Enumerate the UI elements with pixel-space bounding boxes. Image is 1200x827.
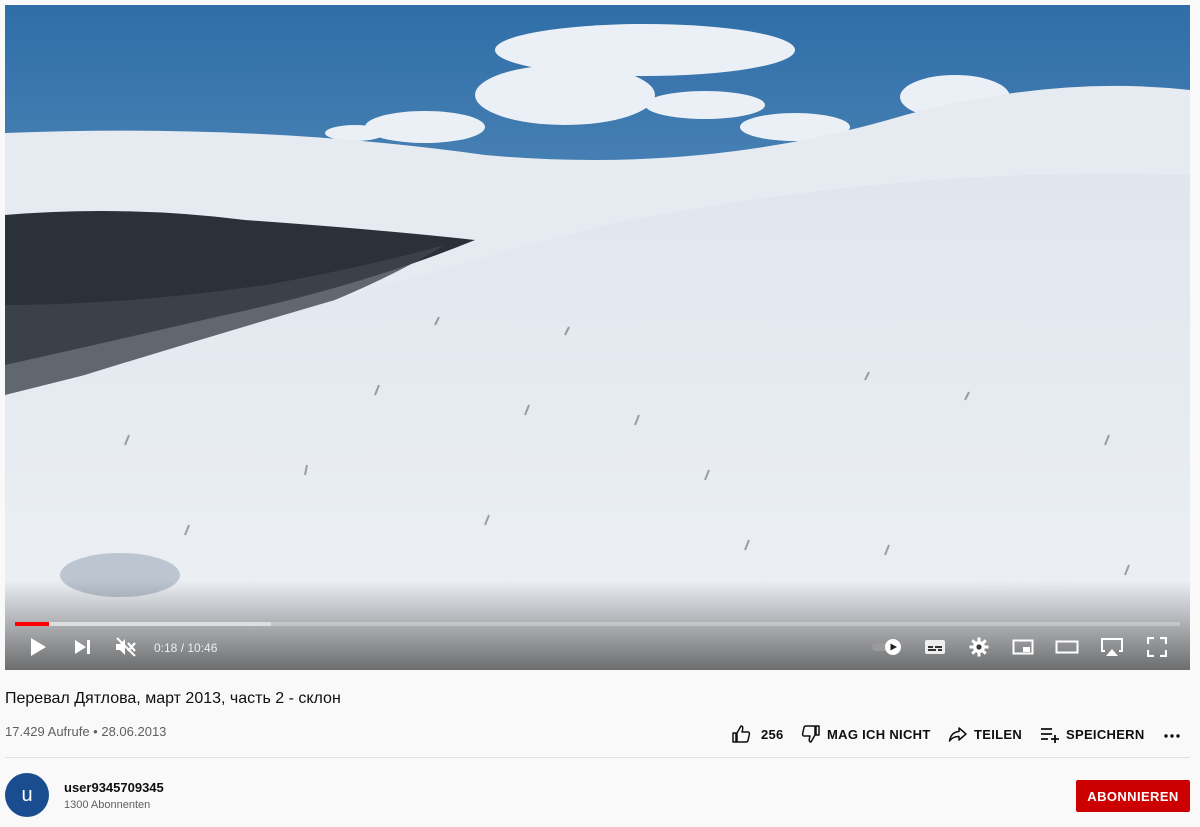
theater-button[interactable]	[1054, 635, 1080, 659]
next-button[interactable]	[69, 635, 95, 659]
thumbs-up-icon	[732, 725, 751, 743]
save-label: SPEICHERN	[1066, 726, 1145, 742]
dislike-button[interactable]: MAG ICH NICHT	[801, 722, 931, 746]
channel-name[interactable]: user9345709345	[64, 780, 164, 795]
play-button[interactable]	[25, 635, 51, 659]
video-player[interactable]: 1-1 0:18 / 10:46	[5, 5, 1190, 670]
subtitles-button[interactable]	[922, 635, 948, 659]
like-button[interactable]: 256	[731, 722, 784, 746]
subscriber-count: 1300 Abonnenten	[64, 799, 151, 811]
miniplayer-icon	[1012, 639, 1034, 655]
like-count: 256	[761, 726, 784, 742]
cast-button[interactable]	[1098, 635, 1126, 659]
share-icon	[948, 727, 967, 742]
video-title: Перевал Дятлова, март 2013, часть 2 - ск…	[5, 690, 341, 707]
fullscreen-icon	[1147, 637, 1167, 657]
dislike-label: MAG ICH NICHT	[827, 726, 931, 742]
fullscreen-button[interactable]	[1144, 635, 1170, 659]
subtitles-icon	[925, 640, 945, 654]
time-display: 0:18 / 10:46	[154, 641, 218, 655]
progress-buffered	[15, 622, 272, 626]
play-icon	[31, 638, 46, 656]
save-button[interactable]: SPEICHERN	[1040, 722, 1145, 746]
more-horizontal-icon	[1164, 734, 1180, 738]
progress-played	[15, 622, 49, 626]
views-and-date: 17.429 Aufrufe • 28.06.2013	[5, 724, 167, 739]
mute-icon	[116, 637, 136, 657]
progress-bar[interactable]	[15, 622, 1180, 626]
theater-icon	[1055, 640, 1079, 654]
settings-button[interactable]	[966, 635, 992, 659]
channel-avatar[interactable]: u	[5, 773, 49, 817]
autoplay-toggle-icon	[872, 639, 901, 655]
gear-icon	[969, 637, 989, 657]
share-button[interactable]: TEILEN	[948, 722, 1022, 746]
subscribe-button[interactable]: ABONNIEREN	[1076, 780, 1190, 812]
autoplay-toggle[interactable]	[871, 635, 903, 659]
share-label: TEILEN	[974, 726, 1023, 742]
divider	[5, 757, 1190, 758]
more-actions-button[interactable]	[1162, 722, 1188, 746]
next-icon	[75, 640, 90, 654]
airplay-icon	[1101, 638, 1123, 656]
add-to-playlist-icon	[1041, 728, 1059, 743]
miniplayer-button[interactable]	[1010, 635, 1036, 659]
mute-button[interactable]	[113, 635, 139, 659]
thumbs-down-icon	[801, 725, 820, 743]
